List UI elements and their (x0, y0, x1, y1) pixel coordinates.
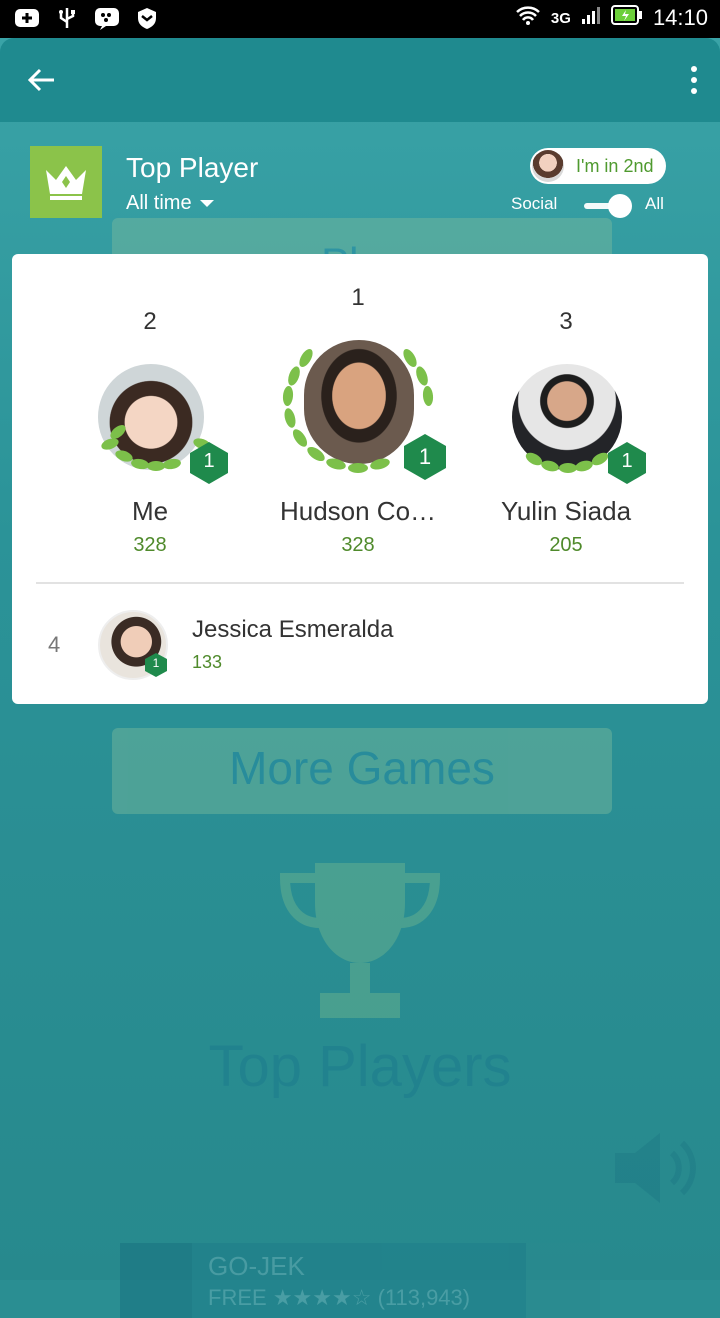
download-icon (526, 1243, 600, 1318)
toggle-knob (608, 194, 632, 218)
player-name: Jessica Esmeralda (192, 616, 394, 643)
list-item[interactable]: 4 1 Jessica Esmeralda 133 (12, 594, 708, 694)
divider (36, 582, 684, 584)
time-period-label: All time (126, 192, 192, 214)
overflow-menu-button[interactable] (686, 64, 702, 96)
wifi-icon (515, 4, 541, 32)
player-score: 205 (549, 534, 583, 556)
more-games-button-dimmed: More Games (112, 728, 612, 814)
add-icon (14, 6, 40, 30)
bbm-icon (94, 6, 120, 30)
gojek-logo-icon (120, 1243, 192, 1318)
toggle-all-label: All (645, 194, 664, 213)
toggle-social-label: Social (511, 194, 558, 213)
usb-icon (54, 6, 80, 30)
my-rank-label: I'm in 2nd (576, 155, 654, 176)
my-rank-pill[interactable]: I'm in 2nd (530, 148, 666, 184)
top-players-label-dimmed: Top Players (208, 1034, 512, 1099)
level-number: 1 (418, 444, 432, 469)
status-bar: 3G 14:10 (0, 0, 720, 38)
ad-price: FREE (208, 1285, 267, 1310)
player-score: 133 (192, 652, 223, 672)
ad-title: GO-JEK (208, 1251, 305, 1281)
level-number: 1 (152, 656, 160, 670)
clock: 14:10 (652, 5, 708, 30)
leaderboard-icon (30, 146, 102, 218)
ad-stars: ★★★★☆ (272, 1285, 372, 1310)
avatar (532, 150, 564, 182)
shield-icon (134, 6, 160, 30)
player-name: Me (131, 496, 169, 526)
network-type: 3G (550, 9, 571, 27)
player-name: Yulin Siada (500, 496, 632, 526)
social-all-toggle[interactable] (584, 194, 632, 218)
podium-first[interactable]: 1 1 Hudson Co… 328 (248, 254, 468, 564)
more-vert-icon (691, 66, 697, 94)
ad-subtitle: FREE ★★★★☆ (113,943) (208, 1285, 470, 1311)
leaderboard-card: 2 1 Me 328 1 1 Hudson Co… 328 3 1 Yulin … (12, 254, 708, 704)
back-arrow-icon (27, 68, 54, 92)
leaderboard-header: Top Player All time I'm in 2nd Social Al… (0, 122, 720, 252)
battery-icon (610, 4, 643, 32)
back-button[interactable] (26, 64, 58, 96)
player-score: 328 (341, 534, 375, 556)
ad-reviews: (113,943) (377, 1285, 471, 1310)
ad-banner: GO-JEK FREE ★★★★☆ (113,943) (120, 1243, 600, 1318)
podium-third[interactable]: 3 1 Yulin Siada 205 (456, 254, 676, 564)
signal-icon (581, 5, 601, 31)
crown-icon (46, 166, 86, 200)
dropdown-caret-icon (199, 200, 214, 207)
time-period-dropdown[interactable]: All time (126, 192, 214, 215)
player-score: 328 (133, 534, 167, 556)
list-rank: 4 (48, 632, 61, 657)
level-number: 1 (203, 450, 215, 472)
page-title: Top Player (126, 152, 259, 183)
level-number: 1 (621, 450, 633, 472)
player-name: Hudson Co… (279, 496, 437, 526)
podium-second[interactable]: 2 1 Me 328 (40, 254, 260, 564)
trophy-icon (275, 853, 445, 1023)
speaker-icon (610, 1128, 700, 1208)
app-bar (0, 38, 720, 122)
